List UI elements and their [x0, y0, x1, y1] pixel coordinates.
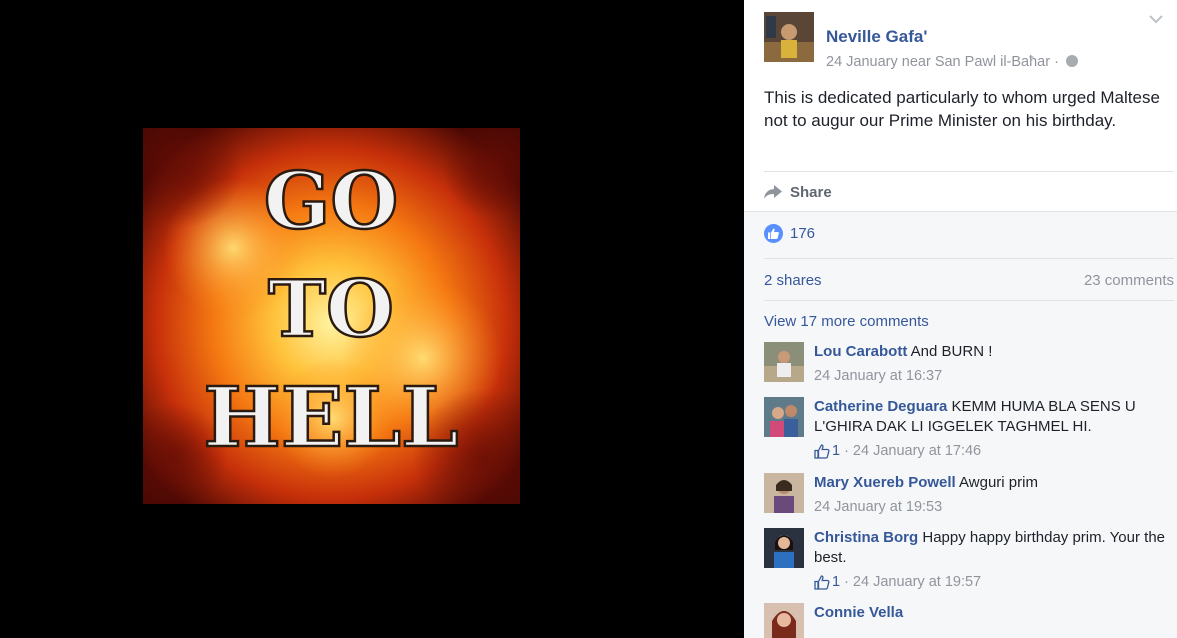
post-date-location[interactable]: 24 January near San Pawl il-Baħar ·	[826, 54, 1059, 70]
post-meta: 24 January near San Pawl il-Baħar ·	[826, 54, 1078, 70]
author-name[interactable]: Neville Gafa'	[826, 27, 927, 47]
feedback-section: 176 2 shares 23 comments View 17 more co…	[744, 211, 1177, 638]
commenter-avatar[interactable]	[764, 603, 804, 638]
comment-like-count[interactable]: 1	[814, 441, 840, 461]
meta-separator: ·	[844, 443, 849, 459]
divider	[764, 171, 1174, 172]
post-message: This is dedicated particularly to whom u…	[764, 88, 1160, 130]
post-header: Neville Gafa' 24 January near San Pawl i…	[764, 12, 1164, 70]
comment-like-number: 1	[832, 443, 841, 459]
commenter-name[interactable]: Connie Vella	[814, 604, 903, 621]
shares-count-link[interactable]: 2 shares	[764, 272, 822, 289]
commenter-name[interactable]: Christina Borg	[814, 529, 918, 546]
likes-summary[interactable]: 176	[764, 224, 815, 243]
post-side-panel: Neville Gafa' 24 January near San Pawl i…	[744, 0, 1177, 638]
divider	[764, 258, 1174, 259]
comment-body: Mary Xuereb Powell Awguri prim 24 Januar…	[814, 473, 1174, 517]
commenter-avatar[interactable]	[764, 528, 804, 568]
go-to-hell-graphic: GO TO HELL	[143, 128, 520, 504]
comments-count[interactable]: 23 comments	[1084, 272, 1174, 289]
globe-icon	[1065, 55, 1078, 67]
comment-timestamp[interactable]: 24 January at 16:37	[814, 366, 942, 386]
author-avatar[interactable]	[764, 12, 814, 62]
image-word-hell: HELL	[203, 370, 458, 466]
divider	[764, 300, 1174, 301]
meta-separator: ·	[844, 574, 849, 590]
image-word-to: TO	[268, 264, 394, 355]
commenter-avatar[interactable]	[764, 397, 804, 437]
commenter-name[interactable]: Catherine Deguara	[814, 398, 947, 415]
comment-timestamp[interactable]: 24 January at 19:53	[814, 497, 942, 517]
comment-meta: 1 · 24 January at 19:57	[814, 572, 1174, 592]
comment-meta: 24 January at 19:53	[814, 497, 1174, 517]
chevron-down-icon[interactable]	[1149, 14, 1163, 24]
photo-viewer-stage: GO TO HELL	[0, 0, 744, 638]
comment-like-number: 1	[832, 574, 841, 590]
share-button[interactable]: Share	[764, 181, 832, 203]
comment-body: Christina Borg Happy happy birthday prim…	[814, 528, 1174, 592]
commenter-avatar[interactable]	[764, 342, 804, 382]
share-label: Share	[790, 183, 832, 201]
comment-body: Connie Vella	[814, 603, 1174, 623]
comment-timestamp[interactable]: 24 January at 17:46	[853, 441, 981, 461]
image-word-go: GO	[264, 156, 399, 247]
commenter-name[interactable]: Lou Carabott	[814, 343, 907, 360]
like-count[interactable]: 176	[790, 225, 815, 242]
comment-timestamp[interactable]: 24 January at 19:57	[853, 572, 981, 592]
thumbs-up-icon	[814, 574, 830, 590]
comment-text: And BURN !	[907, 343, 993, 360]
post-image[interactable]: GO TO HELL	[143, 128, 520, 504]
like-icon	[764, 224, 783, 243]
comment-text: Awguri prim	[955, 474, 1038, 491]
comment-meta: 1 · 24 January at 17:46	[814, 441, 1174, 461]
thumbs-up-icon	[814, 443, 830, 459]
comment-body: Catherine Deguara KEMM HUMA BLA SENS U L…	[814, 397, 1174, 461]
commenter-avatar[interactable]	[764, 473, 804, 513]
comment-like-count[interactable]: 1	[814, 572, 840, 592]
comment-body: Lou Carabott And BURN ! 24 January at 16…	[814, 342, 1174, 386]
commenter-name[interactable]: Mary Xuereb Powell	[814, 474, 956, 491]
share-arrow-icon	[764, 185, 782, 199]
view-more-comments-link[interactable]: View 17 more comments	[764, 313, 929, 330]
comment-meta: 24 January at 16:37	[814, 366, 1174, 386]
